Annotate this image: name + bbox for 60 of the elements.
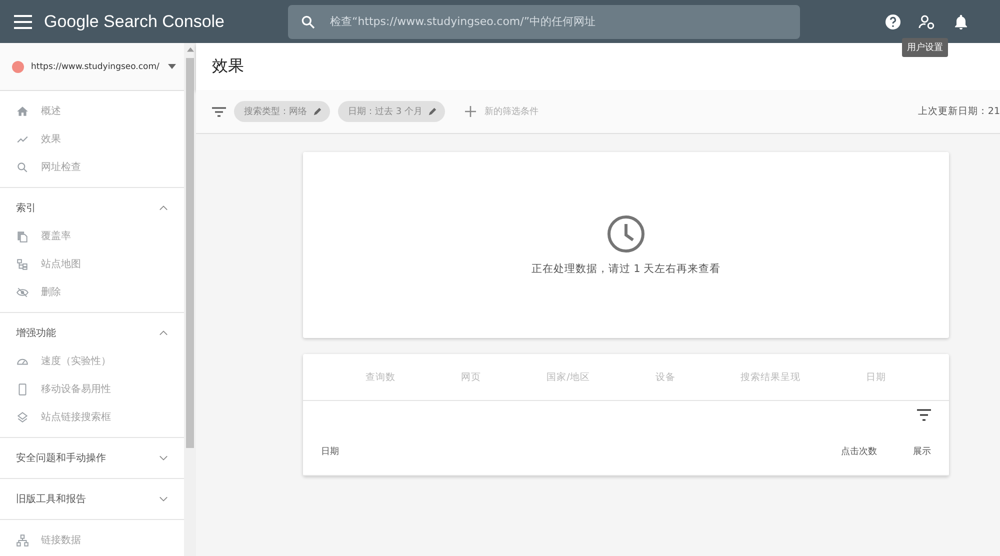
clock-icon: [606, 214, 646, 254]
nav-item[interactable]: 效果: [0, 125, 184, 153]
notification-bell-icon[interactable]: [952, 12, 970, 30]
nav-item[interactable]: 覆盖率: [0, 222, 184, 250]
page-title: 效果: [212, 56, 244, 77]
chevron-icon[interactable]: [159, 330, 168, 336]
column-header[interactable]: 点击次数: [841, 445, 877, 465]
add-filter-button[interactable]: 新的筛选条件: [459, 104, 544, 119]
scrollbar-thumb[interactable]: [186, 58, 194, 448]
search-field[interactable]: 检查“https://www.studyingseo.com/”中的任何网址: [288, 4, 800, 38]
plus-icon: [465, 106, 476, 117]
last-updated-text: 上次更新日期：21: [918, 105, 1000, 118]
search-icon: [300, 14, 316, 30]
property-favicon-icon: [12, 60, 24, 72]
help-icon[interactable]: [884, 12, 902, 30]
search-input[interactable]: 检查“https://www.studyingseo.com/”中的任何网址: [328, 14, 788, 29]
nav-item[interactable]: 移动设备易用性: [0, 375, 184, 403]
pencil-icon: [313, 107, 322, 116]
network-icon: [16, 534, 29, 546]
dimension-tab[interactable]: 设备: [651, 366, 680, 388]
nav-item[interactable]: 概述: [0, 97, 184, 125]
chevron-icon[interactable]: [159, 205, 168, 211]
app-title: Google Search Console: [44, 12, 226, 32]
filter-chip[interactable]: 日期：过去 3 个月: [338, 101, 446, 122]
pages-icon: [16, 230, 29, 242]
pencil-icon: [428, 107, 438, 116]
nav-item[interactable]: 站点链接搜索框: [0, 403, 184, 431]
nav-item[interactable]: 站点地图: [0, 250, 184, 278]
dimension-tab[interactable]: 搜索结果呈现: [736, 366, 805, 388]
filter-chip[interactable]: 搜索类型：网络: [234, 101, 330, 122]
phone-icon: [16, 382, 29, 396]
layers-icon: [16, 410, 29, 424]
nav-item[interactable]: 链接数据: [0, 526, 184, 554]
property-selector[interactable]: https://www.studyingseo.com/: [0, 43, 184, 91]
section-header[interactable]: 增强功能: [0, 319, 184, 347]
column-header[interactable]: 展示: [913, 445, 931, 465]
nav-item[interactable]: 网址检查: [0, 153, 184, 181]
dimension-tab[interactable]: 日期: [862, 366, 890, 388]
sitemap-icon: [16, 258, 29, 270]
nav-item[interactable]: 速度（实验性）: [0, 347, 184, 375]
section-header[interactable]: 索引: [0, 194, 184, 222]
tooltip: 用户设置: [902, 38, 948, 57]
user-settings-icon[interactable]: [918, 12, 936, 30]
hidden-eye-icon: [16, 286, 29, 298]
filter-icon[interactable]: [212, 106, 226, 116]
dimension-tab[interactable]: 网页: [457, 366, 486, 388]
dimension-tab[interactable]: 国家/地区: [542, 366, 594, 388]
processing-message: 正在处理数据，请过 1 天左右再来查看: [531, 262, 721, 276]
search-icon: [16, 160, 29, 174]
menu-icon[interactable]: [14, 14, 32, 28]
dimension-tab[interactable]: 查询数: [362, 366, 400, 388]
home-icon: [16, 104, 29, 118]
filter-icon[interactable]: [917, 409, 931, 421]
nav-item[interactable]: 删除: [0, 278, 184, 306]
column-header[interactable]: 日期: [321, 445, 339, 465]
caret-icon: [168, 64, 176, 70]
section-header[interactable]: 旧版工具和报告: [0, 485, 184, 513]
section-header[interactable]: 安全问题和手动操作: [0, 444, 184, 472]
chevron-icon[interactable]: [159, 455, 168, 461]
chevron-icon[interactable]: [159, 496, 168, 502]
